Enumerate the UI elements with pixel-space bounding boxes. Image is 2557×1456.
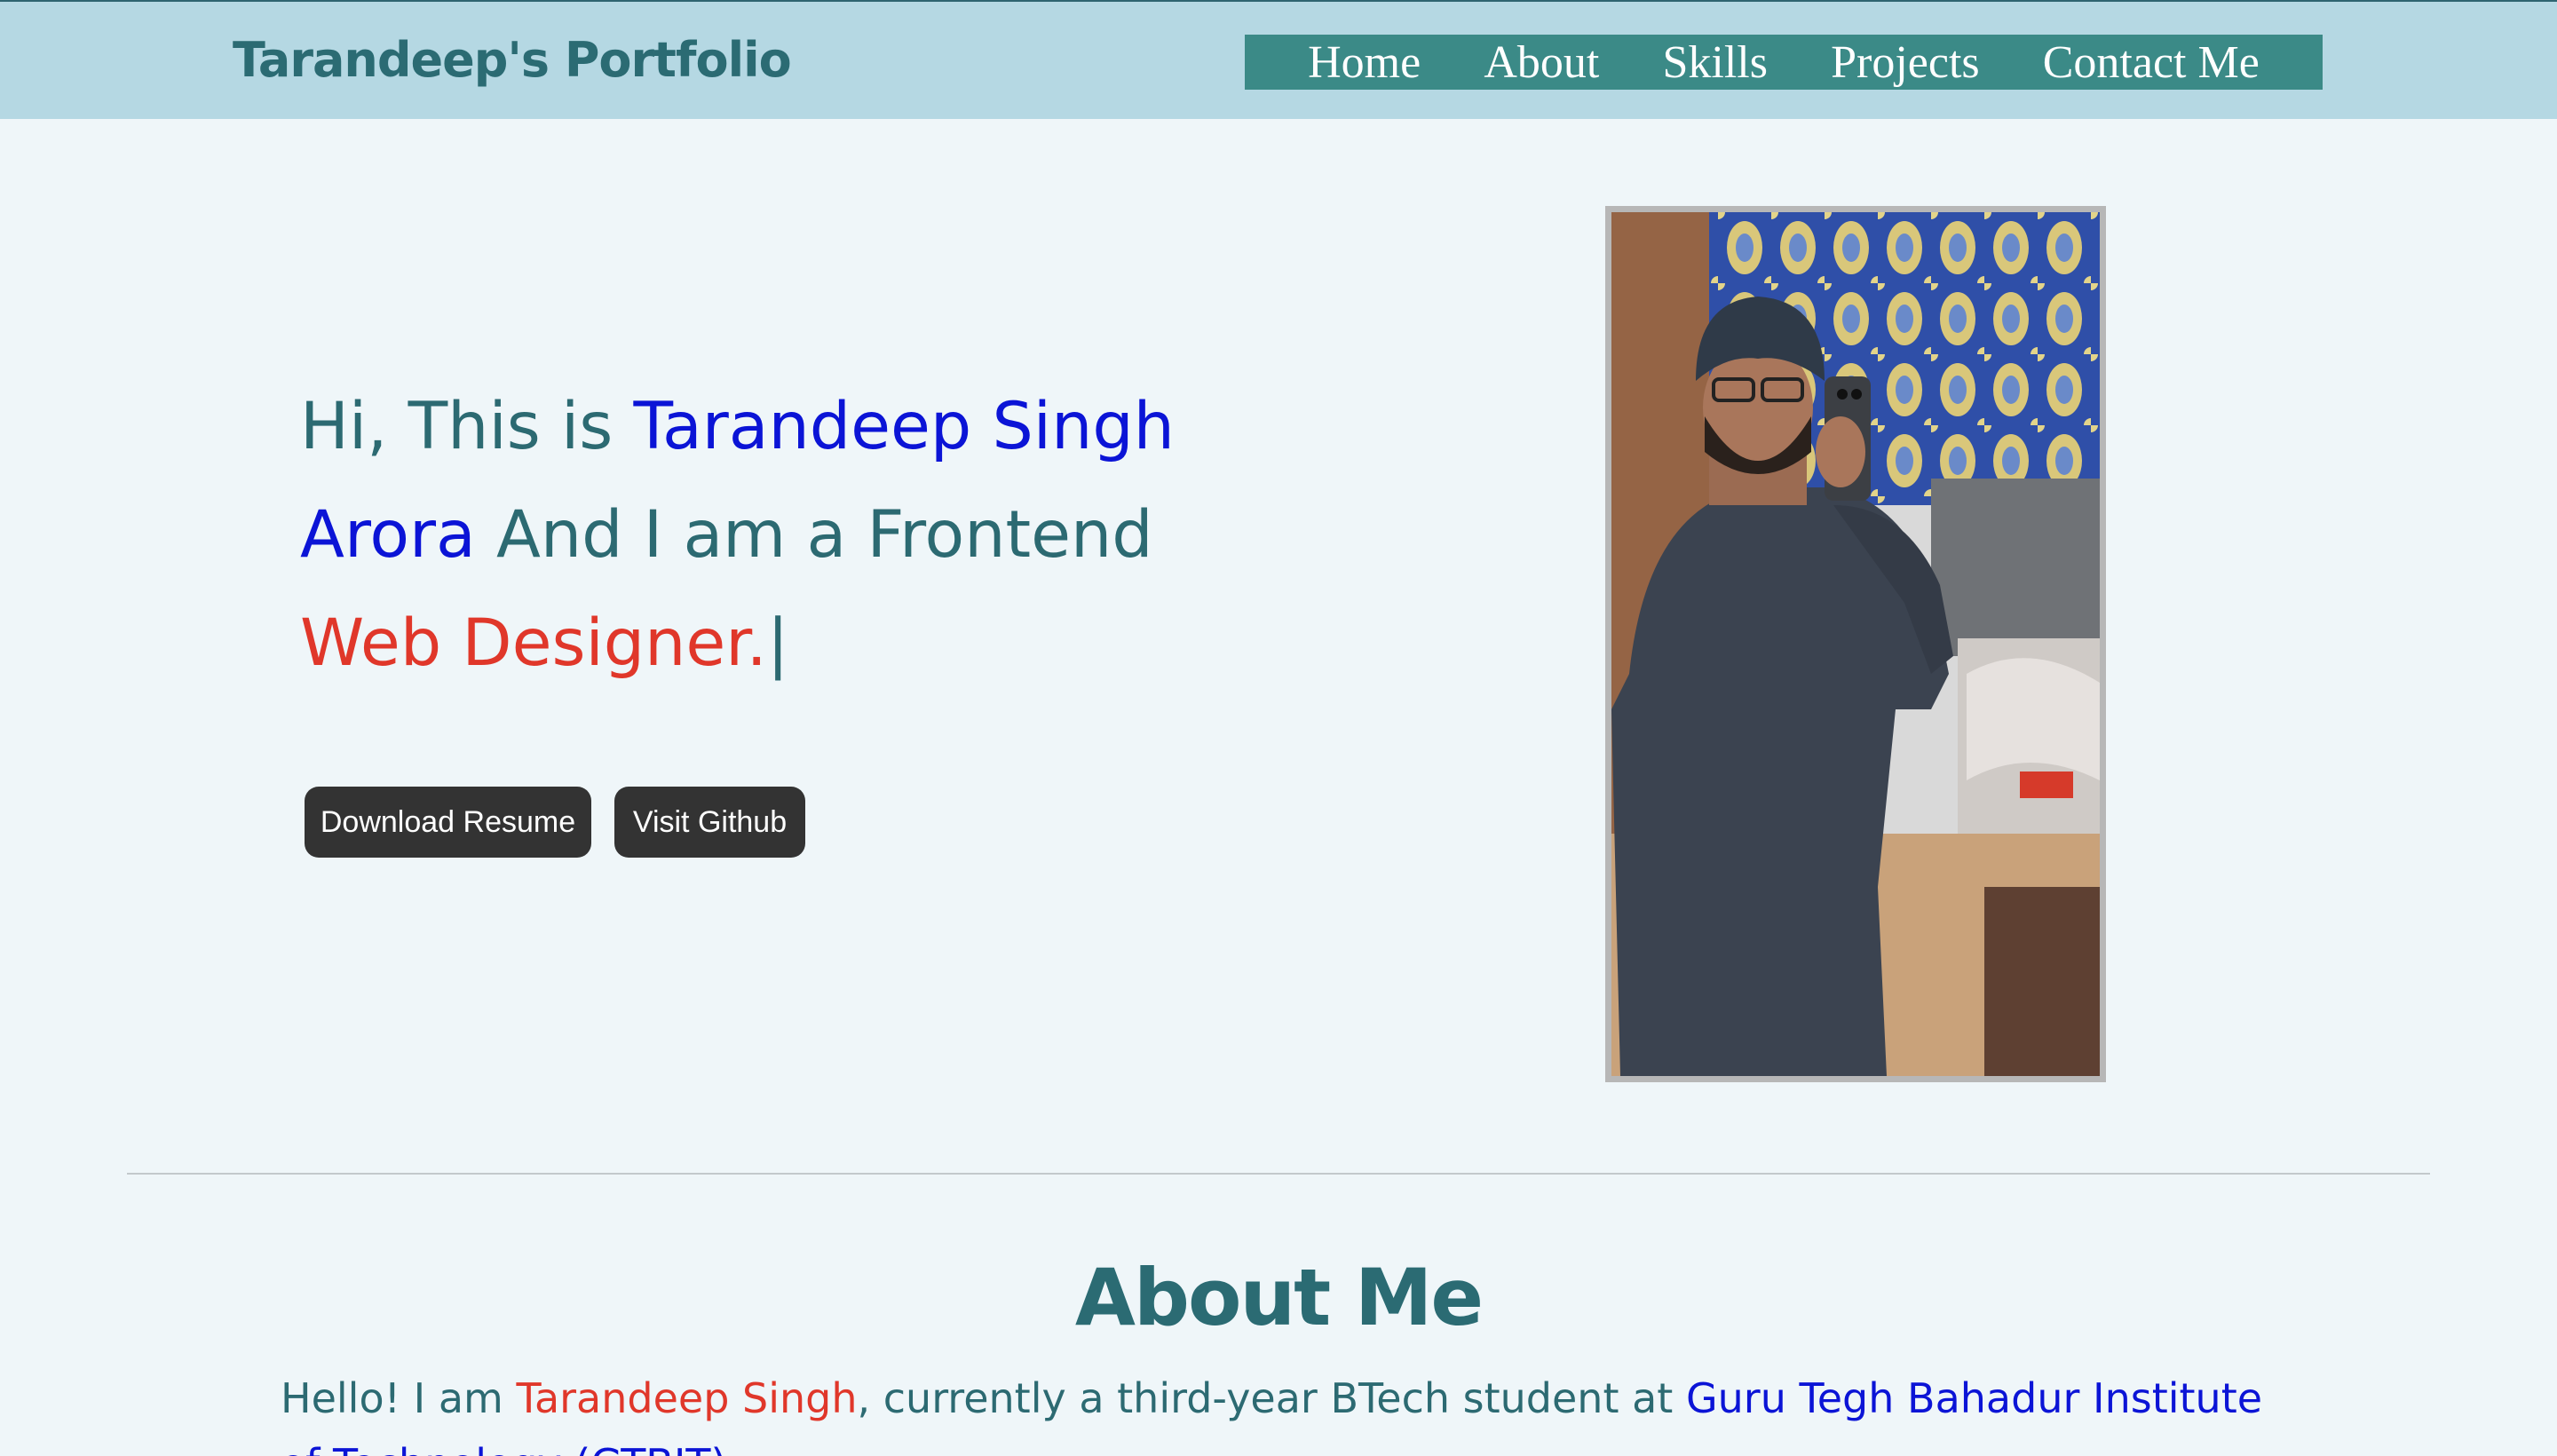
section-divider <box>127 1173 2430 1175</box>
nav-home[interactable]: Home <box>1308 36 1421 89</box>
about-title: About Me <box>1074 1252 1484 1343</box>
nav-skills[interactable]: Skills <box>1662 36 1768 89</box>
profile-photo <box>1605 206 2106 1082</box>
typing-cursor: | <box>766 605 789 681</box>
nav-contact[interactable]: Contact Me <box>2043 36 2260 89</box>
main-nav: Home About Skills Projects Contact Me <box>1245 35 2323 90</box>
profile-photo-illustration <box>1611 212 2100 1076</box>
download-resume-button[interactable]: Download Resume <box>305 787 591 858</box>
about-name: Tarandeep Singh <box>516 1374 858 1422</box>
about-paragraph: Hello! I am Tarandeep Singh, currently a… <box>281 1365 2314 1456</box>
about-text-start: Hello! I am <box>281 1374 517 1422</box>
hero-middle: And I am a Frontend <box>475 497 1153 573</box>
hero-headline: Hi, This is Tarandeep Singh Arora And I … <box>300 373 1259 698</box>
portfolio-page: Tarandeep's Portfolio Home About Skills … <box>0 0 2557 1456</box>
hero-role: Web Designer. <box>300 605 767 681</box>
site-header: Tarandeep's Portfolio Home About Skills … <box>0 0 2557 119</box>
nav-projects[interactable]: Projects <box>1831 36 1980 89</box>
nav-about[interactable]: About <box>1484 36 1599 89</box>
about-text-mid: , currently a third-year BTech student a… <box>857 1374 1686 1422</box>
visit-github-button[interactable]: Visit Github <box>614 787 805 858</box>
hero-intro: Hi, This is <box>300 389 634 464</box>
brand-logo[interactable]: Tarandeep's Portfolio <box>233 32 792 88</box>
